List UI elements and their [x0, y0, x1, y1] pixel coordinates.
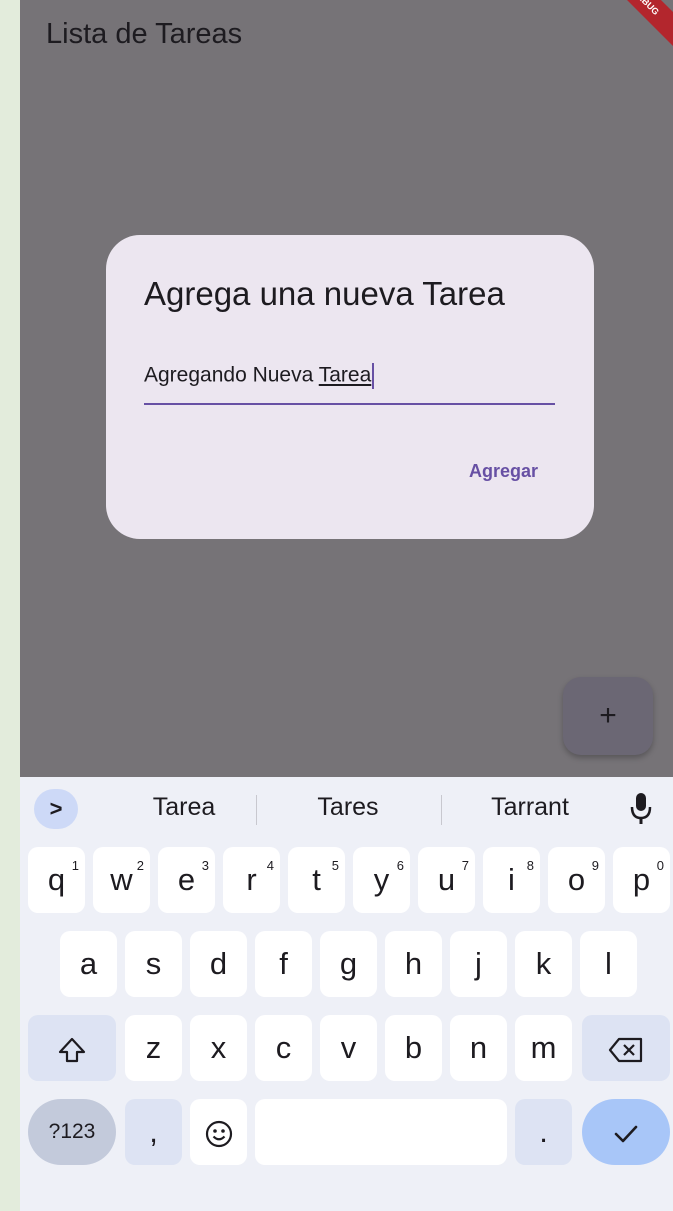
key-x[interactable]: x — [190, 1015, 247, 1081]
key-d[interactable]: d — [190, 931, 247, 997]
left-strip — [0, 0, 20, 1211]
suggestion-2[interactable]: Tares — [298, 793, 398, 822]
key-hint: 7 — [461, 858, 469, 873]
app-title: Lista de Tareas — [46, 18, 243, 50]
key-hint: 4 — [266, 858, 274, 873]
shift-key[interactable] — [28, 1015, 116, 1081]
suggestion-3[interactable]: Tarrant — [468, 793, 592, 822]
key-e[interactable]: e3 — [158, 847, 215, 913]
key-a[interactable]: a — [60, 931, 117, 997]
key-f[interactable]: f — [255, 931, 312, 997]
emoji-icon — [205, 1120, 232, 1147]
key-g[interactable]: g — [320, 931, 377, 997]
task-input-value: Agregando Nueva Tarea — [144, 363, 375, 389]
add-task-fab[interactable]: + — [563, 677, 653, 755]
input-text-prefix: Agregando Nueva — [144, 363, 319, 387]
key-p[interactable]: p0 — [613, 847, 670, 913]
period-key[interactable]: . — [515, 1099, 572, 1165]
backspace-key[interactable] — [582, 1015, 670, 1081]
key-label: t — [312, 862, 321, 897]
key-o[interactable]: o9 — [548, 847, 605, 913]
key-hint: 3 — [201, 858, 209, 873]
microphone-icon[interactable] — [626, 791, 656, 827]
debug-banner: DEBUG — [598, 0, 673, 50]
key-l[interactable]: l — [580, 931, 637, 997]
key-label: q — [47, 862, 66, 897]
input-composing-word: Tarea — [318, 363, 372, 387]
suggestion-divider — [441, 795, 442, 825]
key-v[interactable]: v — [320, 1015, 377, 1081]
task-input[interactable]: Agregando Nueva Tarea — [144, 355, 555, 405]
key-y[interactable]: y6 — [353, 847, 410, 913]
add-task-dialog: Agrega una nueva Tarea Agregando Nueva T… — [106, 235, 594, 539]
key-label: u — [437, 862, 456, 897]
key-z[interactable]: z — [125, 1015, 182, 1081]
done-key[interactable] — [582, 1099, 670, 1165]
text-cursor — [372, 363, 375, 389]
key-label: r — [246, 862, 257, 897]
key-c[interactable]: c — [255, 1015, 312, 1081]
key-w[interactable]: w2 — [93, 847, 150, 913]
key-q[interactable]: q1 — [28, 847, 85, 913]
symbols-key[interactable]: ?123 — [28, 1099, 116, 1165]
key-hint: 8 — [526, 858, 534, 873]
comma-key[interactable]: , — [125, 1099, 182, 1165]
key-b[interactable]: b — [385, 1015, 442, 1081]
key-label: y — [373, 862, 390, 897]
key-label: e — [177, 862, 196, 897]
suggestion-bar: > Tarea Tares Tarrant — [20, 777, 673, 841]
key-h[interactable]: h — [385, 931, 442, 997]
key-hint: 2 — [136, 858, 144, 873]
key-n[interactable]: n — [450, 1015, 507, 1081]
key-label: i — [508, 862, 515, 897]
suggestion-divider — [256, 795, 257, 825]
space-key[interactable] — [255, 1099, 507, 1165]
key-k[interactable]: k — [515, 931, 572, 997]
suggestion-1[interactable]: Tarea — [132, 793, 236, 822]
key-label: o — [567, 862, 586, 897]
expand-toolbar-icon[interactable]: > — [34, 789, 78, 829]
key-t[interactable]: t5 — [288, 847, 345, 913]
key-r[interactable]: r4 — [223, 847, 280, 913]
backspace-icon — [608, 1037, 643, 1062]
key-hint: 9 — [591, 858, 599, 873]
emoji-key[interactable] — [190, 1099, 247, 1165]
soft-keyboard: > Tarea Tares Tarrant q1 w2 e3 r4 t5 y6 … — [20, 777, 673, 1211]
key-i[interactable]: i8 — [483, 847, 540, 913]
key-u[interactable]: u7 — [418, 847, 475, 913]
key-hint: 5 — [331, 858, 339, 873]
shift-icon — [58, 1037, 86, 1062]
key-s[interactable]: s — [125, 931, 182, 997]
key-hint: 0 — [656, 858, 664, 873]
add-button[interactable]: Agregar — [469, 461, 538, 482]
app-screen: Lista de Tareas DEBUG Agrega una nueva T… — [20, 0, 673, 777]
key-hint: 1 — [71, 858, 79, 873]
dialog-title: Agrega una nueva Tarea — [144, 275, 505, 312]
key-label: w — [110, 862, 133, 897]
key-label: p — [632, 862, 651, 897]
key-j[interactable]: j — [450, 931, 507, 997]
key-m[interactable]: m — [515, 1015, 572, 1081]
checkmark-icon — [614, 1125, 638, 1143]
key-hint: 6 — [396, 858, 404, 873]
